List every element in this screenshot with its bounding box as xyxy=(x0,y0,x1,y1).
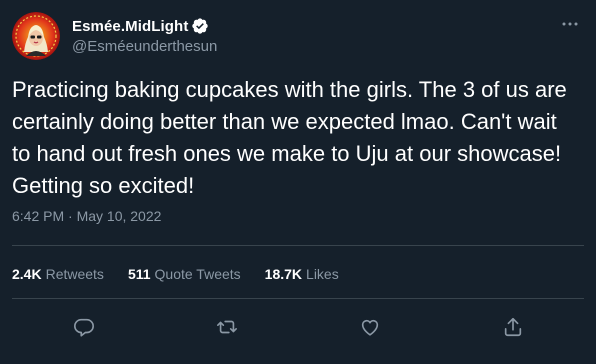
likes-stat[interactable]: 18.7K Likes xyxy=(265,266,339,282)
tweet-header: Esmée.MidLight @Esméeunderthesun xyxy=(12,12,584,62)
likes-label: Likes xyxy=(306,266,339,282)
verified-badge-icon xyxy=(191,17,209,35)
tweet-actions xyxy=(12,312,584,342)
quote-tweets-count: 511 xyxy=(127,266,151,282)
tweet-text: Practicing baking cupcakes with the girl… xyxy=(12,77,567,198)
tweet-card: Esmée.MidLight @Esméeunderthesun Practic… xyxy=(0,0,596,364)
avatar[interactable] xyxy=(12,12,60,60)
display-name[interactable]: Esmée.MidLight xyxy=(72,18,188,35)
share-icon[interactable] xyxy=(498,312,528,342)
retweets-label: Retweets xyxy=(45,266,104,282)
likes-count: 18.7K xyxy=(264,266,303,282)
quote-tweets-stat[interactable]: 511 Quote Tweets xyxy=(128,266,241,282)
like-icon[interactable] xyxy=(355,312,385,342)
tweet-timestamp[interactable]: 6:42 PM · May 10, 2022 xyxy=(12,208,161,224)
avatar-portrait-icon xyxy=(12,12,60,60)
divider xyxy=(12,298,584,299)
more-options-icon[interactable] xyxy=(556,14,584,34)
author-names: Esmée.MidLight @Esméeunderthesun xyxy=(72,16,217,56)
engagement-stats: 2.4K Retweets 511 Quote Tweets 18.7K Lik… xyxy=(12,266,363,282)
retweet-icon[interactable] xyxy=(212,312,242,342)
reply-icon[interactable] xyxy=(69,312,99,342)
retweets-stat[interactable]: 2.4K Retweets xyxy=(12,266,104,282)
retweets-count: 2.4K xyxy=(12,266,42,282)
divider xyxy=(12,245,584,246)
author-handle[interactable]: @Esméeunderthesun xyxy=(72,38,217,55)
quote-tweets-label: Quote Tweets xyxy=(154,266,241,282)
